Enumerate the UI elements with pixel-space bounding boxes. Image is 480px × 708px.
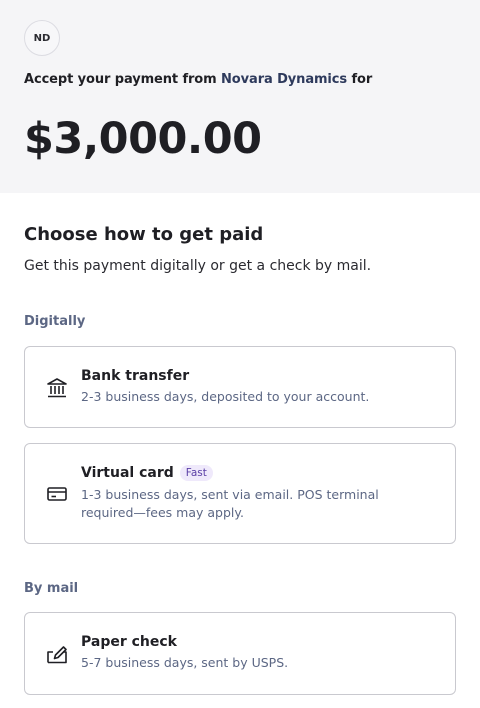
page-subtitle: Get this payment digitally or get a chec… xyxy=(24,258,372,274)
fast-badge: Fast xyxy=(179,465,213,481)
accept-suffix: for xyxy=(351,72,373,87)
bank-transfer-label: Bank transfer xyxy=(81,368,190,384)
virtual-card-option[interactable]: Virtual card Fast 1-3 business days, sen… xyxy=(24,443,456,544)
credit-card-icon xyxy=(45,482,69,506)
virtual-card-description: 1-3 business days, sent via email. POS t… xyxy=(81,487,379,520)
paper-check-label: Paper check xyxy=(81,634,177,650)
bank-transfer-option[interactable]: Bank transfer 2-3 business days, deposit… xyxy=(24,346,456,428)
bank-transfer-description: 2-3 business days, deposited to your acc… xyxy=(81,389,370,404)
section-label-by-mail: By mail xyxy=(24,581,79,596)
accept-line: Accept your payment from Novara Dynamics… xyxy=(24,72,372,87)
bank-icon xyxy=(45,376,69,400)
section-label-digitally: Digitally xyxy=(24,314,86,329)
accept-prefix: Accept your payment from xyxy=(24,72,217,87)
check-sign-icon xyxy=(45,642,69,666)
paper-check-description: 5-7 business days, sent by USPS. xyxy=(81,655,289,670)
page-title: Choose how to get paid xyxy=(24,224,264,245)
paper-check-option[interactable]: Paper check 5-7 business days, sent by U… xyxy=(24,612,456,695)
payment-header: ND Accept your payment from Novara Dynam… xyxy=(0,0,480,193)
payer-name: Novara Dynamics xyxy=(221,72,348,87)
virtual-card-title: Virtual card Fast xyxy=(81,465,213,481)
virtual-card-label: Virtual card xyxy=(81,465,174,481)
payer-avatar: ND xyxy=(24,20,60,56)
payment-amount: $3,000.00 xyxy=(24,114,262,164)
